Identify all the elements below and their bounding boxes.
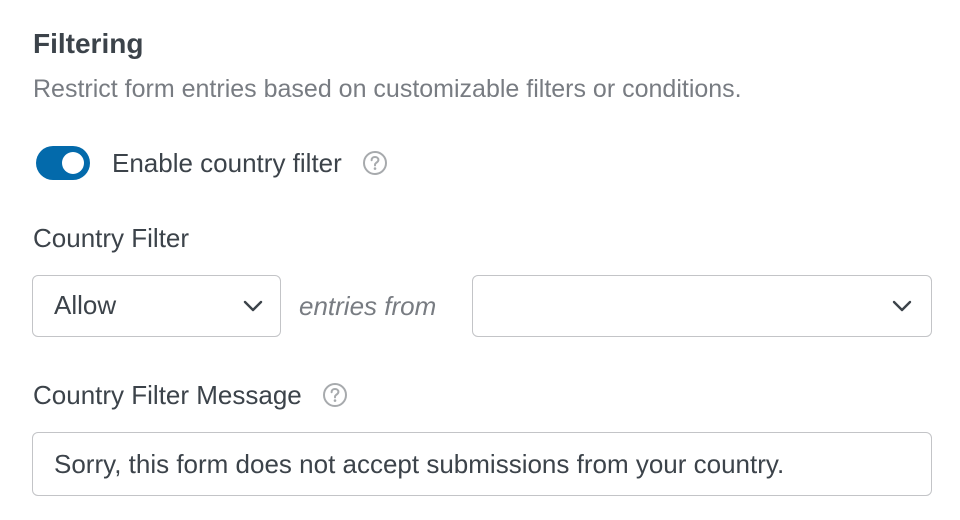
section-title: Filtering: [33, 28, 144, 59]
country-filter-label-text: Country Filter: [33, 223, 190, 253]
country-filter-message-label-text: Country Filter Message: [33, 380, 302, 410]
country-filter-message-label: Country Filter Message: [33, 377, 348, 413]
chevron-down-icon: [891, 297, 913, 315]
country-filter-message-input[interactable]: [32, 432, 932, 496]
enable-country-filter-toggle[interactable]: [36, 146, 90, 180]
entries-from-text: entries from: [299, 291, 437, 321]
question-circle-icon[interactable]: [322, 382, 348, 408]
chevron-down-icon: [242, 297, 264, 315]
question-circle-icon[interactable]: [362, 150, 388, 176]
country-select[interactable]: [472, 275, 932, 337]
section-description: Restrict form entries based on customiza…: [33, 75, 742, 103]
filter-mode-select[interactable]: Allow: [32, 275, 281, 337]
country-filter-label: Country Filter: [33, 220, 189, 256]
country-filter-toggle-row: Enable country filter: [36, 145, 388, 181]
toggle-knob: [62, 152, 84, 174]
enable-country-filter-label[interactable]: Enable country filter: [112, 145, 342, 181]
filter-mode-value: Allow: [54, 290, 117, 320]
